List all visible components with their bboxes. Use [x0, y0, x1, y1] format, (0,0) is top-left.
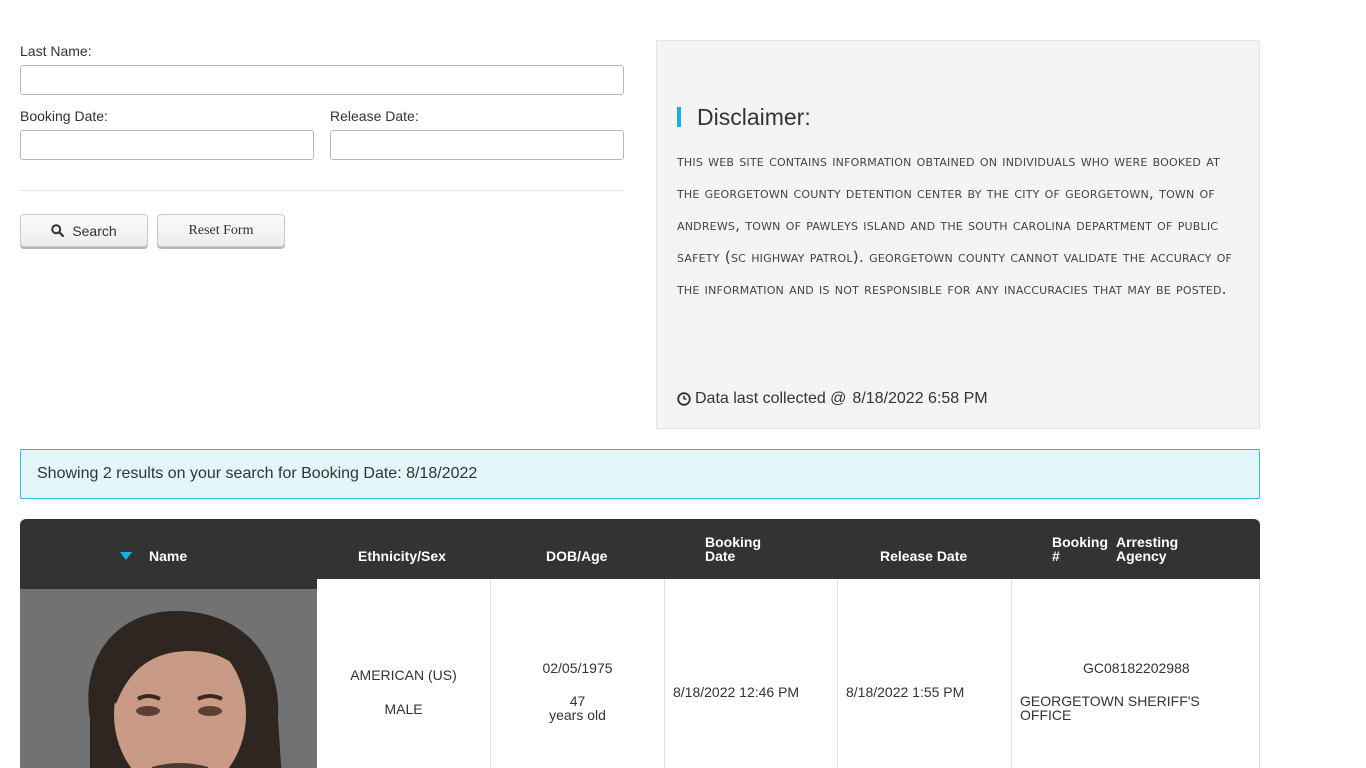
cell-booking-date: 8/18/2022 12:46 PM	[673, 684, 800, 700]
header-arresting-agency-line2: Agency	[1116, 548, 1167, 564]
disclaimer-text: This web site contains information obtai…	[677, 152, 1233, 298]
header-booking-number[interactable]: Booking #	[1052, 535, 1108, 563]
last-name-input[interactable]	[20, 65, 624, 95]
cell-sex: MALE	[384, 701, 423, 717]
reset-form-button[interactable]: Reset Form	[157, 214, 285, 247]
mugshot-image[interactable]	[20, 589, 317, 768]
mugshot-cell	[20, 579, 317, 768]
header-arresting-agency-line1: Arresting	[1116, 534, 1179, 550]
cell-agency-line1: GEORGETOWN SHERIFF'S	[1020, 693, 1200, 709]
table-header: Name Ethnicity/Sex DOB/Age Booking Date …	[20, 519, 1260, 579]
header-booking-date-line2: Date	[705, 548, 736, 564]
cell-release-date: 8/18/2022 1:55 PM	[846, 684, 965, 700]
sort-desc-icon	[120, 552, 132, 560]
header-arresting-agency[interactable]: Arresting Agency	[1116, 535, 1178, 563]
disclaimer-accent-bar	[677, 107, 681, 127]
results-alert: Showing 2 results on your search for Boo…	[20, 449, 1260, 499]
booking-date-label: Booking Date:	[20, 108, 108, 124]
search-button-label: Search	[72, 222, 117, 239]
cell-ethnicity: AMERICAN (US)	[350, 667, 457, 683]
disclaimer-title: Disclaimer:	[697, 103, 811, 130]
column-divider	[664, 579, 665, 768]
header-name[interactable]: Name	[120, 549, 187, 563]
cell-agency-line2: OFFICE	[1020, 707, 1072, 723]
cell-age-suffix: years old	[549, 707, 606, 723]
header-release-date[interactable]: Release Date	[880, 549, 967, 563]
results-table: Name Ethnicity/Sex DOB/Age Booking Date …	[20, 519, 1260, 768]
cell-age: 47 years old	[491, 694, 664, 722]
release-date-label: Release Date:	[330, 108, 419, 124]
cell-arresting-agency: GEORGETOWN SHERIFF'S OFFICE	[1020, 694, 1200, 722]
results-message: Showing 2 results on your search for Boo…	[37, 465, 478, 482]
cell-booking-number: GC08182202988	[1083, 660, 1190, 676]
header-booking-date-line1: Booking	[705, 534, 761, 550]
booking-date-input[interactable]	[20, 130, 314, 160]
header-ethnicity-sex[interactable]: Ethnicity/Sex	[358, 549, 446, 563]
form-divider	[20, 190, 624, 191]
last-name-label: Last Name:	[20, 43, 92, 59]
data-collected-label: Data last collected @	[695, 390, 847, 407]
data-collected-line: Data last collected @ 8/18/2022 6:58 PM	[677, 390, 988, 408]
clock-icon	[677, 392, 691, 406]
cell-age-value: 47	[569, 693, 586, 709]
reset-form-button-label: Reset Form	[188, 222, 254, 238]
header-booking-number-line1: Booking	[1052, 534, 1108, 550]
header-name-label: Name	[149, 548, 188, 564]
search-icon	[51, 224, 65, 237]
header-dob-age[interactable]: DOB/Age	[546, 549, 607, 563]
column-divider	[837, 579, 838, 768]
release-date-input[interactable]	[330, 130, 624, 160]
data-collected-value: 8/18/2022 6:58 PM	[852, 390, 988, 407]
disclaimer-heading: Disclaimer:	[677, 103, 811, 130]
cell-dob: 02/05/1975	[542, 660, 613, 676]
search-button[interactable]: Search	[20, 214, 148, 247]
header-booking-number-line2: #	[1052, 548, 1060, 564]
header-booking-date[interactable]: Booking Date	[705, 535, 761, 563]
table-row[interactable]: AMERICAN (US) MALE 02/05/1975 47 years o…	[20, 579, 1260, 768]
disclaimer-panel: Disclaimer: This web site contains infor…	[656, 40, 1260, 429]
column-divider	[1011, 579, 1012, 768]
